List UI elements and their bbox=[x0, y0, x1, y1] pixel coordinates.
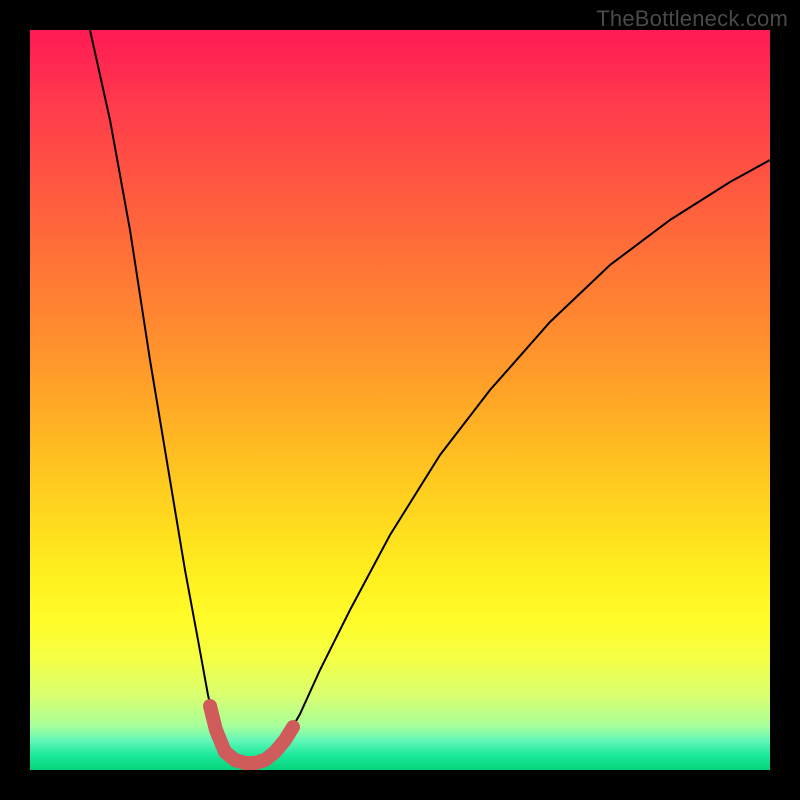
main-curve bbox=[90, 30, 770, 763]
outer-frame: TheBottleneck.com bbox=[0, 0, 800, 800]
watermark-text: TheBottleneck.com bbox=[596, 6, 788, 32]
highlight-segment bbox=[210, 706, 293, 763]
chart-svg bbox=[30, 30, 770, 770]
plot-area bbox=[30, 30, 770, 770]
